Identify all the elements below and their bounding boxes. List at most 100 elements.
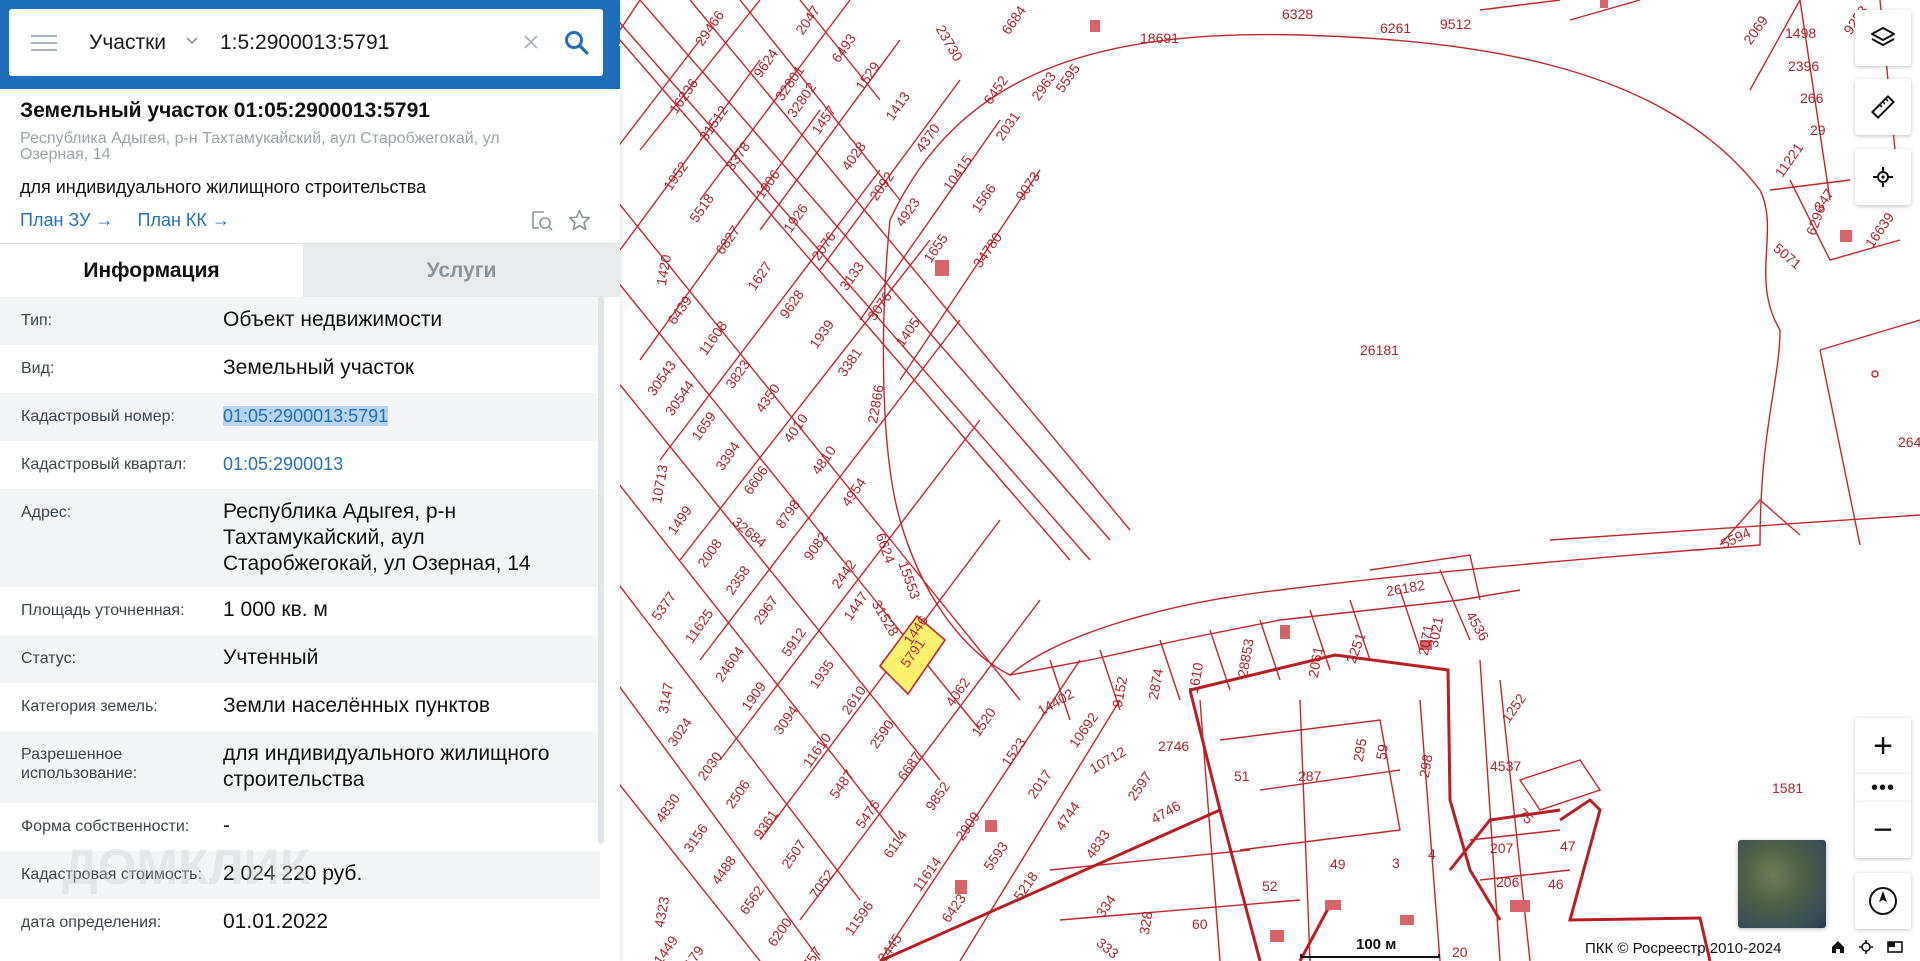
info-label: Форма собственности:: [21, 818, 190, 835]
info-value: Земельный участок: [223, 356, 415, 379]
layers-icon: [1871, 27, 1895, 46]
parcel-number-label: 287: [1298, 768, 1322, 784]
info-label: Статус:: [21, 650, 77, 667]
search-input[interactable]: [220, 30, 500, 55]
object-card: Земельный участок 01:05:2900013:5791 Рес…: [0, 89, 620, 243]
parcel-number-label: 49: [1330, 856, 1346, 872]
parcel-number-label: 266: [1800, 90, 1824, 106]
compass-button[interactable]: [1855, 873, 1911, 929]
info-row-ownership: Форма собственности: -: [0, 803, 600, 851]
parcel-number-label: 59: [1372, 742, 1392, 762]
more-button[interactable]: •••: [1855, 774, 1911, 802]
parcel-number-label: 6261: [1380, 20, 1412, 36]
ruler-button[interactable]: [1855, 79, 1911, 135]
info-value: для индивидуального жилищного строительс…: [223, 742, 550, 791]
parcel-number-label: 51: [1234, 768, 1250, 784]
star-icon[interactable]: [567, 208, 592, 233]
clear-icon[interactable]: [522, 33, 540, 51]
info-row-permitted-use: Разрешенное использование: для индивидуал…: [0, 731, 600, 803]
info-row-status: Статус: Учтенный: [0, 635, 600, 683]
parcel-number-label: 3: [1392, 855, 1400, 871]
parcel-number-label: 52: [1262, 878, 1278, 894]
info-label: Кадастровый номер:: [21, 408, 175, 425]
parcel-number-label: 207: [1490, 840, 1514, 856]
info-table: Тип: Объект недвижимости Вид: Земельный уч…: [0, 297, 600, 947]
gps-icon[interactable]: [1858, 939, 1874, 955]
parcel-number-label: 4537: [1490, 758, 1522, 774]
info-label: Площадь уточненная:: [21, 602, 185, 619]
info-label: Тип:: [21, 312, 53, 329]
zoom-in-button[interactable]: +: [1855, 718, 1911, 774]
search-type-select[interactable]: Участки: [89, 31, 166, 55]
info-row-kind: Вид: Земельный участок: [0, 345, 600, 393]
search-icon[interactable]: [564, 30, 589, 55]
map-footer: 100 м ПКК © Росреестр 2010-2024: [1300, 936, 1920, 961]
parcel-number-label: 47: [1560, 838, 1576, 854]
parcel-number-label: 2746: [1158, 738, 1190, 754]
info-label: Кадастровая стоимость:: [21, 866, 202, 883]
document-search-icon[interactable]: [530, 209, 554, 233]
home-icon[interactable]: [1830, 939, 1846, 955]
info-row-cadastral-number: Кадастровый номер: 01:05:2900013:5791: [0, 393, 600, 441]
layers-button[interactable]: [1855, 10, 1911, 66]
object-panel: Участки Земельный участок 01:05:2900013:…: [0, 0, 620, 961]
info-row-address: Адрес: Республика Адыгея, р-н Тахтамукайс…: [0, 489, 600, 587]
arrow-right-icon: →: [211, 210, 230, 230]
parcel-number-label: 1498: [1785, 25, 1817, 41]
info-row-land-category: Категория земель: Земли населённых пункто…: [0, 683, 600, 731]
tab-information[interactable]: Информация: [0, 244, 303, 297]
parcel-number-label: 1581: [1772, 780, 1804, 796]
info-value[interactable]: 01:05:2900013:5791: [223, 403, 600, 429]
info-value: Республика Адыгея, р-н Тахтамукайский, а…: [223, 500, 531, 575]
arrow-right-icon: →: [95, 210, 114, 230]
info-label: Адрес:: [21, 504, 72, 521]
scale-bar: [1300, 954, 1440, 958]
locate-button[interactable]: [1855, 149, 1911, 205]
scale-label: 100 м: [1356, 936, 1397, 953]
parcel-number-label: 9512: [1440, 16, 1472, 32]
info-row-cadastral-value: Кадастровая стоимость: 2 024 220 руб.: [0, 851, 600, 899]
parcel-number-label: 46: [1548, 876, 1564, 892]
cadastral-number-value[interactable]: 01:05:2900013:5791: [223, 406, 389, 426]
parcel-number-label: 6328: [1282, 6, 1314, 22]
parcel-number-label: 18691: [1140, 30, 1179, 46]
info-value: 1 000 кв. м: [223, 598, 328, 621]
object-purpose: для индивидуального жилищного строительс…: [20, 177, 427, 197]
plan-kk-link[interactable]: План КК →: [138, 210, 230, 231]
flag-icon[interactable]: [1887, 939, 1903, 955]
compass-icon: [1869, 887, 1897, 915]
tab-services[interactable]: Услуги: [303, 244, 620, 297]
parcel-number-label: 4: [1428, 846, 1436, 862]
info-value: 2 024 220 руб.: [223, 862, 363, 885]
ruler-icon: [1870, 94, 1896, 120]
info-value: 01.01.2022: [223, 910, 329, 933]
chevron-left-icon: [618, 42, 620, 47]
info-label: дата определения:: [21, 914, 162, 931]
parcel-number-label: 206: [1496, 874, 1520, 890]
info-row-area: Площадь уточненная: 1 000 кв. м: [0, 587, 600, 635]
info-label: Вид:: [21, 360, 55, 377]
menu-icon[interactable]: [31, 34, 57, 51]
object-address: Республика Адыгея, р-н Тахтамукайский, а…: [20, 130, 500, 163]
info-value: -: [223, 814, 230, 837]
panel-scrollbar[interactable]: [598, 296, 604, 844]
parcel-number-label: 2396: [1788, 58, 1820, 74]
info-row-valuation-date: дата определения: 01.01.2022: [0, 899, 600, 947]
plan-zu-link[interactable]: План ЗУ →: [20, 210, 114, 231]
info-value: Земли населённых пунктов: [223, 694, 491, 717]
copyright: ПКК © Росреестр 2010-2024: [1585, 940, 1782, 957]
plan-links: План ЗУ → План КК →: [20, 210, 600, 231]
info-label: Разрешенное использование:: [21, 746, 138, 782]
info-label: Кадастровый квартал:: [21, 456, 187, 473]
info-row-cadastral-quarter: Кадастровый квартал: 01:05:2900013: [0, 441, 600, 489]
tab-bar: Информация Услуги: [0, 243, 620, 297]
cadastral-quarter-link[interactable]: 01:05:2900013: [223, 451, 600, 477]
collapse-panel-button[interactable]: [607, 0, 620, 89]
info-row-type: Тип: Объект недвижимости: [0, 297, 600, 345]
minimap-satellite[interactable]: [1738, 840, 1826, 928]
crosshair-icon: [1873, 167, 1893, 187]
search-box: Участки: [9, 9, 603, 76]
object-title: Земельный участок 01:05:2900013:5791: [20, 99, 430, 122]
zoom-out-button[interactable]: −: [1855, 802, 1911, 858]
chevron-down-icon[interactable]: [186, 34, 198, 46]
